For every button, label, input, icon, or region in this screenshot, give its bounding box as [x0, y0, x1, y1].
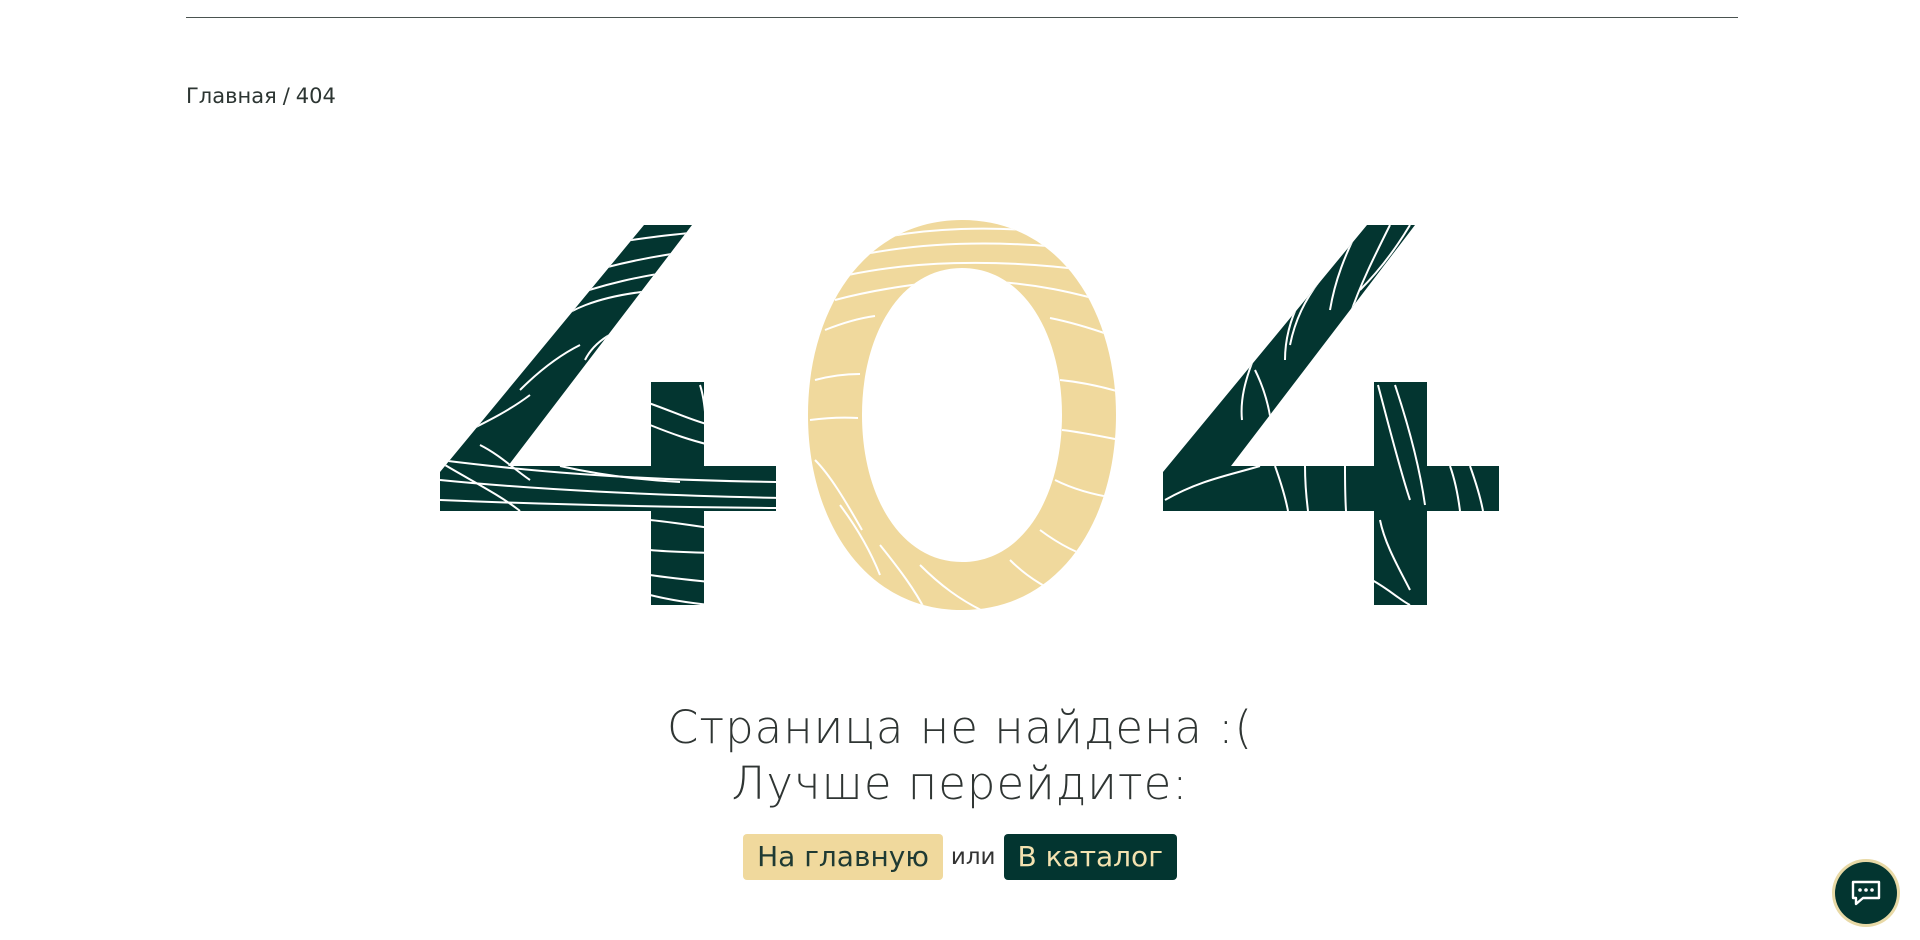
digit-zero [808, 220, 1116, 610]
breadcrumb-home-link[interactable]: Главная [186, 84, 277, 108]
navigation-actions: На главную или В каталог [0, 834, 1920, 880]
page: Главная/404 Страница не найдена:(Лучше… [0, 0, 1920, 940]
digit-four-left-fill [440, 225, 776, 605]
not-found-subtitle: Лучше перейдите: [731, 757, 1189, 810]
digit-four-right-fill [1163, 225, 1499, 605]
breadcrumb-current: 404 [295, 84, 336, 108]
wood-grain-lines-left [440, 231, 776, 605]
or-separator-text: или [950, 844, 996, 870]
breadcrumb: Главная/404 [186, 84, 336, 108]
breadcrumb-separator: / [282, 84, 290, 108]
go-home-button[interactable]: На главную [743, 834, 943, 880]
chat-bubble-icon [1851, 880, 1881, 906]
digit-four-left [440, 225, 776, 605]
wood-grain-lines-middle [809, 227, 1116, 610]
wood-grain-lines-right [1164, 225, 1484, 605]
not-found-title: Страница не найдена :( [666, 701, 1254, 754]
digit-four-right [1163, 225, 1499, 605]
header-divider [186, 17, 1738, 18]
not-found-message: Страница не найдена :( Лучше перейдите: [0, 700, 1920, 812]
chat-button[interactable] [1835, 862, 1897, 924]
digit-zero-fill [808, 220, 1116, 610]
go-catalog-button[interactable]: В каталог [1003, 834, 1177, 880]
